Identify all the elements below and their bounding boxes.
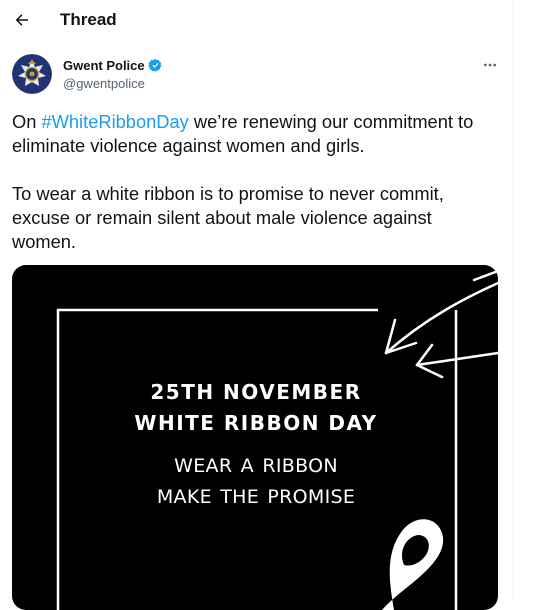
- thread-column: Thread Gwent Police @gwentpolice On #Whi…: [0, 0, 514, 610]
- more-horizontal-icon: [484, 63, 496, 67]
- author-handle[interactable]: @gwentpolice: [63, 76, 145, 91]
- tweet-text-prefix: On: [12, 111, 42, 132]
- back-button[interactable]: [8, 6, 36, 34]
- more-options-button[interactable]: [476, 54, 504, 76]
- author-name-text: Gwent Police: [63, 58, 145, 73]
- media-poster-graphic: [56, 269, 498, 610]
- tweet-text: On #WhiteRibbonDay we’re renewing our co…: [12, 110, 500, 254]
- poster-line-4: MAKE THE PROMISE: [156, 486, 356, 508]
- avatar[interactable]: [12, 54, 52, 94]
- poster-title-text: WHITE RIBBON DAY: [134, 411, 378, 435]
- poster-date-text: 25TH NOVEMBER: [150, 380, 362, 404]
- white-ribbon-icon: [382, 519, 444, 610]
- tweet-paragraph-1: On #WhiteRibbonDay we’re renewing our co…: [12, 110, 500, 158]
- hashtag-link[interactable]: #WhiteRibbonDay: [41, 111, 188, 132]
- author-name[interactable]: Gwent Police: [63, 58, 163, 73]
- poster-line-3: WEAR A RIBBON: [174, 455, 338, 477]
- police-star-badge-icon: [12, 54, 52, 94]
- thread-header: Thread: [0, 0, 513, 42]
- tweet-media-image[interactable]: 25TH NOVEMBER WHITE RIBBON DAY WEAR A RI…: [12, 265, 498, 610]
- arrow-left-icon: [15, 14, 28, 26]
- tweet-paragraph-2: To wear a white ribbon is to promise to …: [12, 183, 444, 252]
- verified-badge-icon: [147, 58, 162, 73]
- page-title: Thread: [60, 10, 117, 29]
- arrow-icon: [384, 269, 498, 379]
